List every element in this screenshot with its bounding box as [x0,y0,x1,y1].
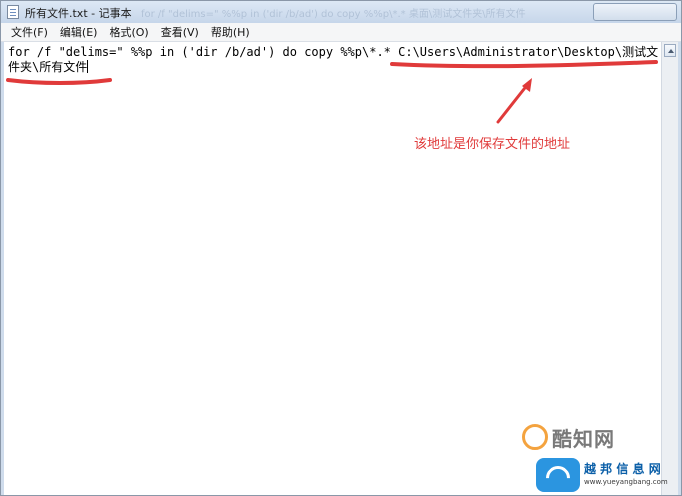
wifi-logo-icon [536,458,580,495]
editor-content[interactable]: for /f "delims=" %%p in ('dir /b/ad') do… [8,45,660,75]
menu-file[interactable]: 文件(F) [5,23,54,42]
menu-edit[interactable]: 编辑(E) [54,23,104,42]
menu-bar: 文件(F) 编辑(E) 格式(O) 查看(V) 帮助(H) [1,23,681,42]
window-title: 所有文件.txt - 记事本 [25,7,132,20]
scroll-up-icon[interactable] [664,44,676,57]
notepad-icon [7,5,19,19]
menu-format[interactable]: 格式(O) [103,23,154,42]
menu-help[interactable]: 帮助(H) [205,23,256,42]
text-caret [87,60,89,73]
watermark-logo-icon [522,424,548,450]
annotation-note: 该地址是你保存文件的地址 [414,137,571,152]
watermark-yueyang: 越 邦 信 息 网 www.yueyangbang.com [532,456,682,496]
menu-view[interactable]: 查看(V) [155,23,205,42]
window-controls[interactable] [593,3,677,21]
editor-text: for /f "delims=" %%p in ('dir /b/ad') do… [8,45,659,74]
title-bar[interactable]: 所有文件.txt - 记事本 for /f "delims=" %%p in (… [1,1,681,23]
watermark-kuzhi-text: 酷知网 [552,426,615,451]
watermark-yueyang-url: www.yueyangbang.com [584,478,668,486]
vertical-scrollbar[interactable] [661,42,678,495]
title-ghost-text: for /f "delims=" %%p in ('dir /b/ad') do… [141,9,526,20]
watermark-kuzhi: 酷知网 [522,420,615,454]
watermark-yueyang-text: 越 邦 信 息 网 [584,462,661,476]
